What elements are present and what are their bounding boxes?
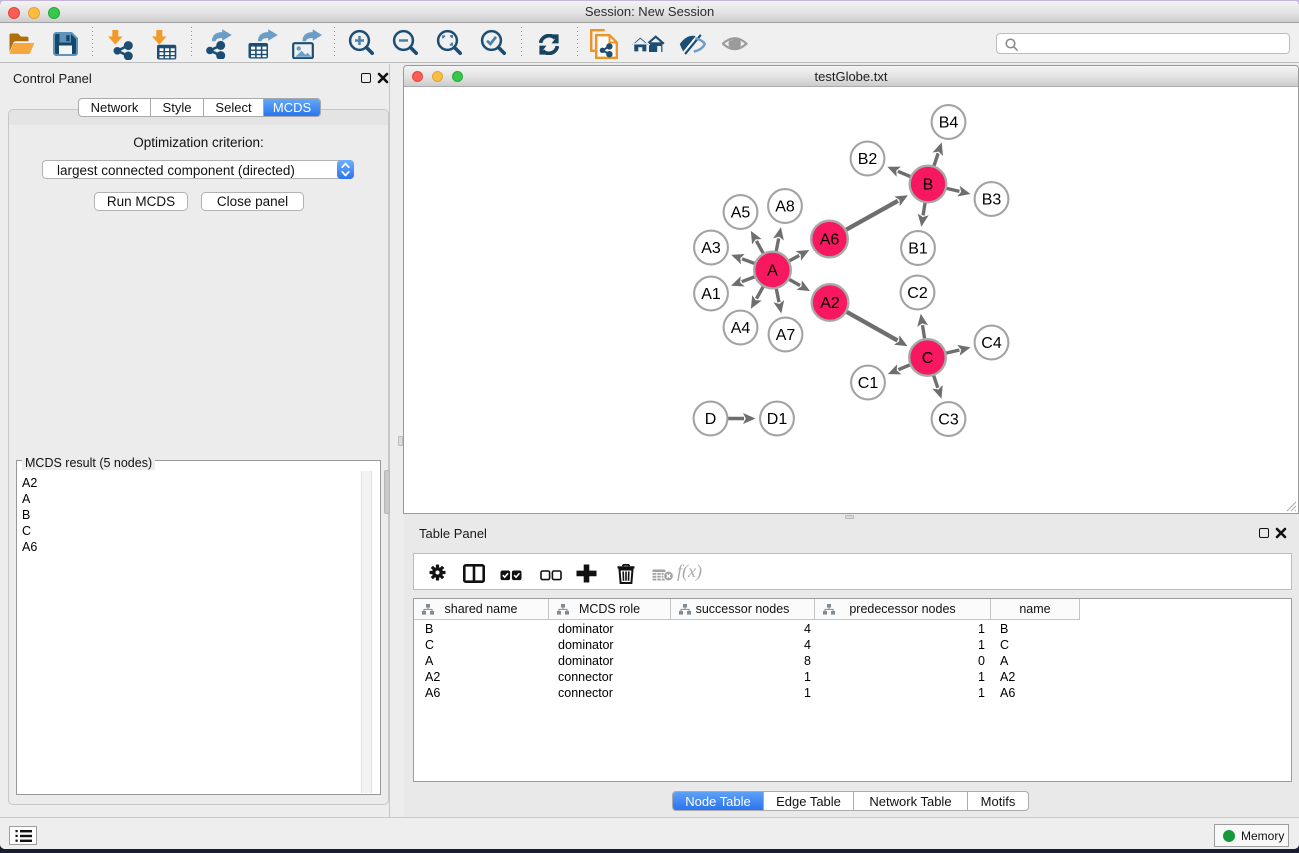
svg-text:C2: C2 xyxy=(907,285,928,302)
svg-text:C: C xyxy=(921,350,933,367)
svg-text:A: A xyxy=(767,262,778,279)
svg-text:D: D xyxy=(704,411,716,428)
svg-text:A6: A6 xyxy=(819,231,839,248)
svg-text:B: B xyxy=(922,176,933,193)
svg-text:A2: A2 xyxy=(820,295,840,312)
svg-text:A5: A5 xyxy=(730,204,750,221)
svg-text:B2: B2 xyxy=(857,151,877,168)
svg-text:A4: A4 xyxy=(730,320,750,337)
svg-text:D1: D1 xyxy=(766,411,787,428)
svg-text:A8: A8 xyxy=(775,198,795,215)
svg-text:B1: B1 xyxy=(908,240,928,257)
svg-text:A3: A3 xyxy=(701,240,721,257)
svg-text:A1: A1 xyxy=(701,286,721,303)
svg-text:C1: C1 xyxy=(857,375,878,392)
svg-text:C3: C3 xyxy=(938,411,959,428)
svg-text:B4: B4 xyxy=(938,114,958,131)
svg-text:A7: A7 xyxy=(775,327,795,344)
svg-text:C4: C4 xyxy=(981,335,1002,352)
svg-text:B3: B3 xyxy=(981,191,1001,208)
